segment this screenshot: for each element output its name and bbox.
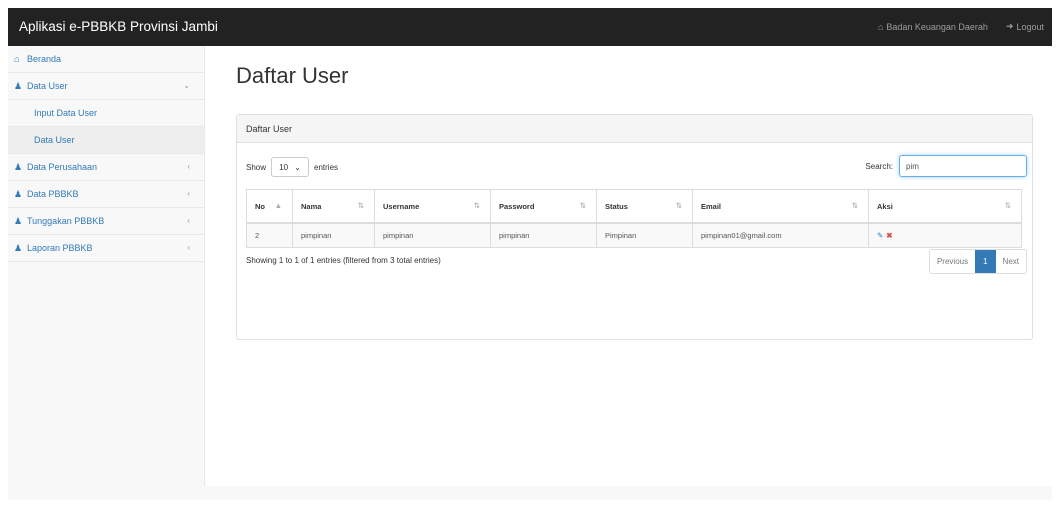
users-icon: ♟ [14, 188, 23, 199]
cell-aksi: ✎ ✖ [868, 222, 1022, 248]
user-panel: Daftar User Show 10 ⌄ entries Search: pim… [236, 114, 1033, 340]
sidebar: ⌂ Beranda ♟ Data User ⌄ Input Data User Dat… [8, 46, 205, 486]
users-icon: ♟ [14, 215, 23, 226]
table-info: Showing 1 to 1 of 1 entries (filtered fr… [246, 256, 441, 265]
column-header-password[interactable]: Password ⇅ [490, 189, 597, 224]
sidebar-item-tunggakan-pbbkb[interactable]: ♟ Tunggakan PBBKB ‹ [8, 208, 204, 235]
top-right-menu: ⌂ Badan Keuangan Daerah ➜ Logout [878, 21, 1044, 32]
sidebar-item-label: Tunggakan PBBKB [27, 216, 105, 226]
chevron-down-icon: ⌄ [183, 81, 190, 90]
users-icon: ♟ [14, 161, 23, 172]
sort-icon: ⇅ [1004, 201, 1011, 210]
sidebar-item-label: Data User [27, 81, 68, 91]
users-icon: ♟ [14, 242, 23, 253]
sidebar-item-label: Beranda [27, 54, 62, 64]
sidebar-subitem-label: Data User [34, 135, 75, 145]
sidebar-item-beranda[interactable]: ⌂ Beranda [8, 46, 204, 73]
main-content: Daftar User Daftar User Show 10 ⌄ entries… [205, 46, 1052, 486]
sidebar-item-label: Data PBBKB [27, 189, 79, 199]
table-row: 2 pimpinan pimpinan pimpinan Pimpinan pi… [246, 222, 1022, 248]
chevron-left-icon: ‹ [187, 243, 190, 252]
next-button[interactable]: Next [996, 250, 1026, 273]
sort-icon: ⇅ [851, 201, 858, 210]
sidebar-item-data-pbbkb[interactable]: ♟ Data PBBKB ‹ [8, 181, 204, 208]
user-table: No ▲ Nama ⇅ Username ⇅ Password ⇅ Status ⇅ Em… [246, 189, 1022, 248]
column-header-username[interactable]: Username ⇅ [374, 189, 491, 224]
cell-username: pimpinan [374, 222, 491, 248]
home-icon: ⌂ [877, 21, 884, 32]
top-navbar: Aplikasi e-PBBKB Provinsi Jambi ⌂ Badan K… [8, 8, 1052, 46]
logout-link[interactable]: ➜ Logout [1006, 21, 1044, 32]
column-header-status[interactable]: Status ⇅ [596, 189, 693, 224]
users-icon: ♟ [14, 80, 23, 91]
sort-icon: ⇅ [675, 201, 682, 210]
entries-control: Show 10 ⌄ entries [246, 157, 338, 177]
sidebar-item-label: Data Perusahaan [27, 162, 98, 172]
sort-icon: ⇅ [473, 201, 480, 210]
column-header-email[interactable]: Email ⇅ [692, 189, 869, 224]
panel-heading: Daftar User [237, 115, 1032, 143]
column-header-no[interactable]: No ▲ [246, 189, 293, 224]
cell-no: 2 [246, 222, 293, 248]
previous-button[interactable]: Previous [930, 250, 975, 273]
entries-label: entries [314, 162, 339, 172]
page-1-button[interactable]: 1 [975, 250, 996, 273]
sidebar-subitem-input-data-user[interactable]: Input Data User [8, 100, 204, 127]
chevron-left-icon: ‹ [187, 216, 190, 225]
chevron-left-icon: ‹ [187, 189, 190, 198]
app-title[interactable]: Aplikasi e-PBBKB Provinsi Jambi [19, 19, 218, 34]
cell-email: pimpinan01@gmail.com [692, 222, 869, 248]
chevron-down-icon: ⌄ [294, 162, 301, 172]
sign-out-icon: ➜ [1005, 21, 1014, 31]
sort-icon: ⇅ [579, 201, 586, 210]
sidebar-item-data-user[interactable]: ♟ Data User ⌄ [8, 73, 204, 100]
page-title: Daftar User [236, 63, 349, 88]
chevron-left-icon: ‹ [187, 162, 190, 171]
entries-select[interactable]: 10 ⌄ [271, 157, 310, 177]
pagination: Previous 1 Next [928, 249, 1027, 274]
org-label: Badan Keuangan Daerah [886, 21, 988, 32]
delete-icon[interactable]: ✖ [886, 231, 892, 240]
column-header-nama[interactable]: Nama ⇅ [292, 189, 375, 224]
sidebar-subitem-data-user[interactable]: Data User [8, 127, 204, 154]
edit-icon[interactable]: ✎ [877, 231, 883, 240]
footer-strip [8, 486, 1052, 500]
sort-asc-icon: ▲ [274, 201, 282, 210]
entries-value: 10 [279, 162, 289, 172]
cell-password: pimpinan [490, 222, 597, 248]
sidebar-subitem-label: Input Data User [34, 108, 98, 118]
search-input[interactable]: pim [899, 155, 1027, 177]
search-control: Search: pim [865, 155, 1027, 177]
sort-icon: ⇅ [357, 201, 364, 210]
sidebar-item-label: Laporan PBBKB [27, 243, 93, 253]
cell-nama: pimpinan [292, 222, 375, 248]
sidebar-item-data-perusahaan[interactable]: ♟ Data Perusahaan ‹ [8, 154, 204, 181]
table-header-row: No ▲ Nama ⇅ Username ⇅ Password ⇅ Status ⇅ Em… [246, 189, 1022, 224]
sidebar-item-laporan-pbbkb[interactable]: ♟ Laporan PBBKB ‹ [8, 235, 204, 262]
column-header-aksi[interactable]: Aksi ⇅ [868, 189, 1022, 224]
logout-label: Logout [1016, 21, 1044, 32]
cell-status: Pimpinan [596, 222, 693, 248]
show-label: Show [246, 162, 267, 172]
search-label: Search: [865, 161, 893, 171]
org-link[interactable]: ⌂ Badan Keuangan Daerah [878, 21, 988, 32]
home-icon: ⌂ [14, 54, 20, 64]
